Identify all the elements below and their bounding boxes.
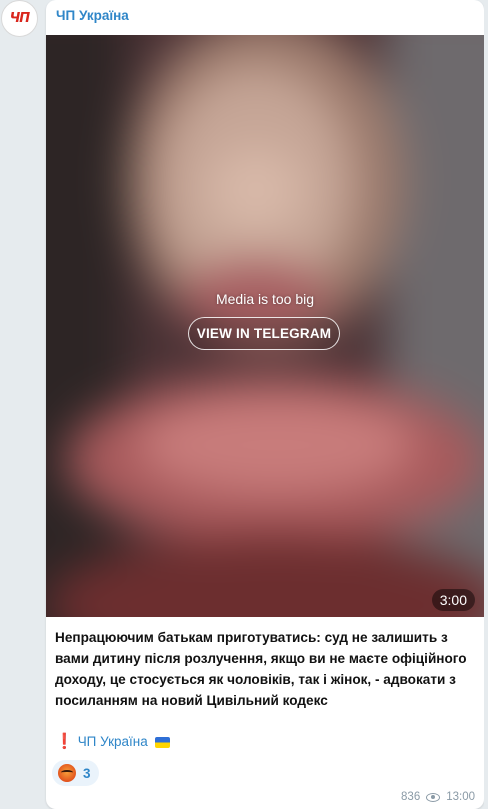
eye-icon (426, 792, 441, 802)
signature-link[interactable]: ЧП Україна (78, 733, 148, 751)
reaction-count: 3 (83, 765, 91, 781)
video-duration-badge: 3:00 (431, 589, 475, 611)
post-signature: ❗ ЧП Україна (55, 733, 170, 751)
exclamation-icon: ❗ (55, 733, 74, 750)
channel-avatar[interactable]: ЧП (1, 0, 38, 37)
avatar-label: ЧП (9, 11, 30, 26)
message-bubble: ЧП Україна Media is too big VIEW IN TELE… (46, 0, 484, 809)
media-too-big-label: Media is too big (215, 291, 315, 307)
view-count: 836 (401, 791, 421, 803)
scroll-gutter (484, 0, 488, 809)
reaction-button[interactable]: 3 (52, 760, 99, 786)
message-meta: 836 13:00 (401, 791, 475, 803)
post-time: 13:00 (446, 791, 475, 803)
ukraine-flag-icon (154, 736, 170, 748)
channel-name[interactable]: ЧП Україна (56, 8, 129, 23)
angry-face-icon (58, 764, 76, 782)
media-preview[interactable]: Media is too big VIEW IN TELEGRAM 3:00 (46, 35, 484, 617)
view-in-telegram-button[interactable]: VIEW IN TELEGRAM (188, 317, 340, 350)
post-text: Непрацюючим батькам приготуватись: суд н… (55, 630, 467, 708)
